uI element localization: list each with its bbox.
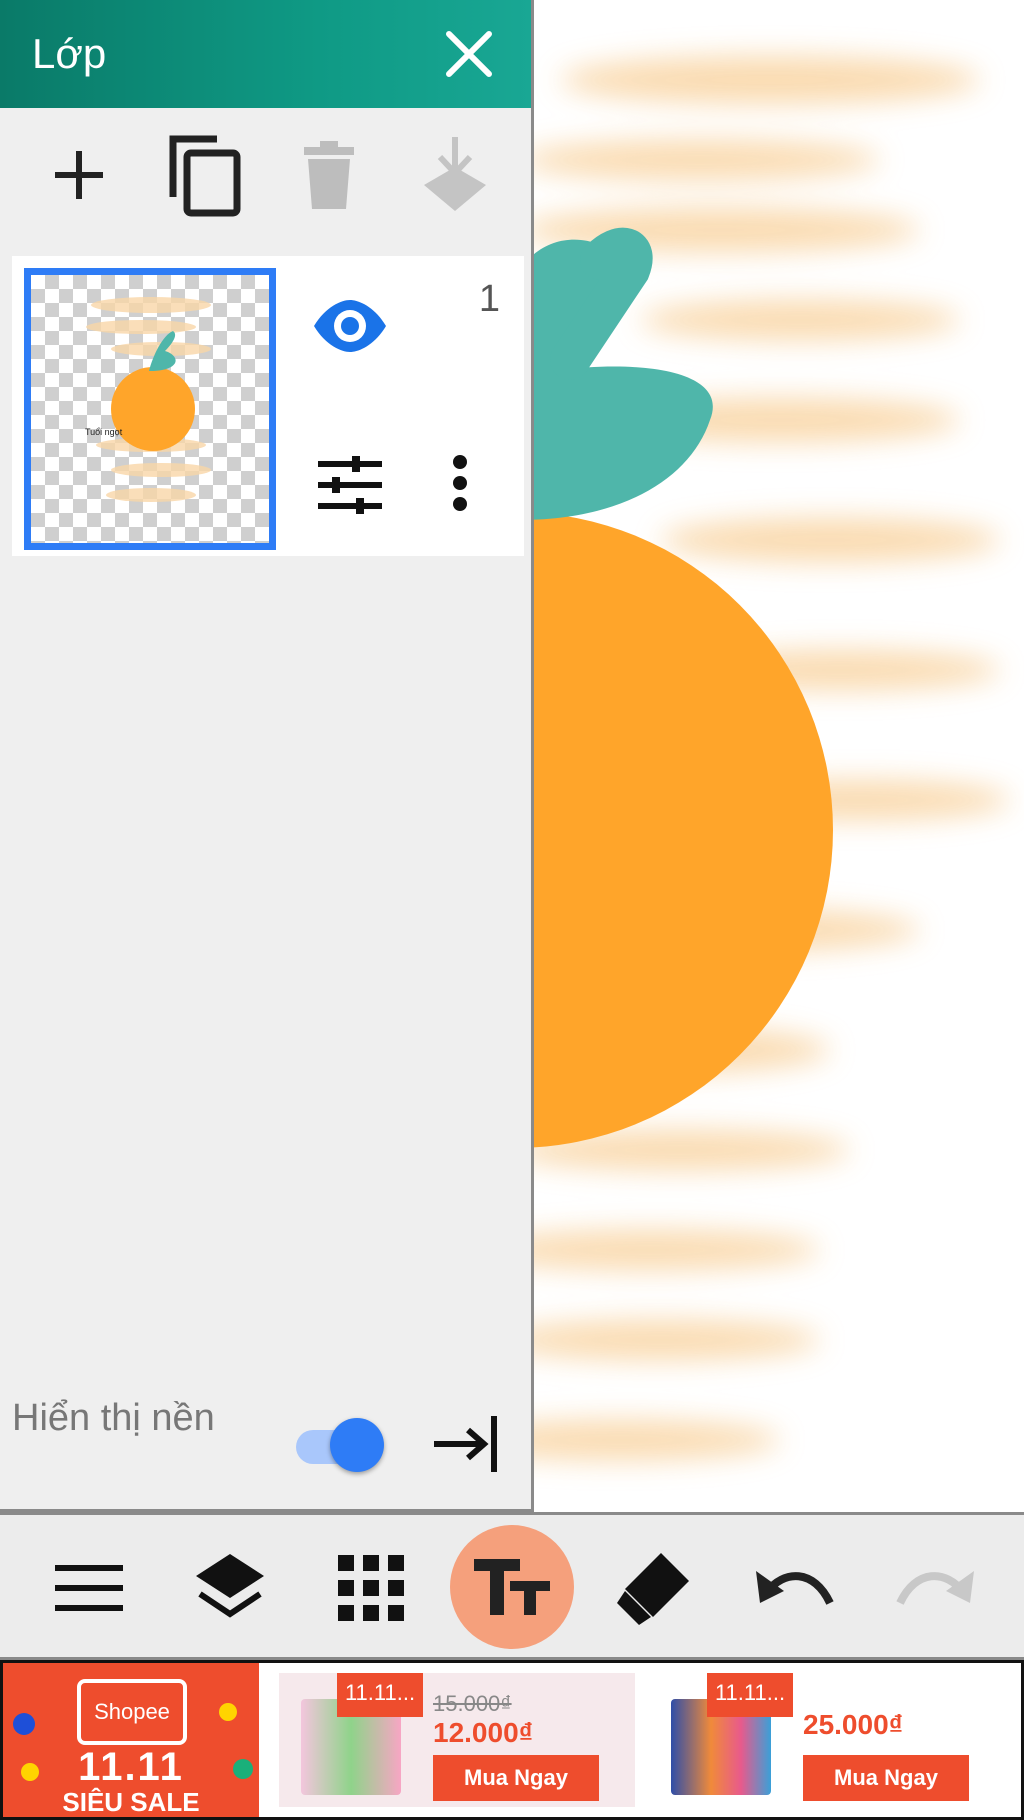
bottom-toolbar [0, 1512, 1024, 1660]
ad-product-1[interactable]: 11.11... 15.000₫ 12.000₫ Mua Ngay [279, 1673, 635, 1807]
price: 25.000₫ [803, 1709, 904, 1740]
old-price: 15.000₫ [433, 1691, 512, 1716]
event-label: 11.11 [78, 1745, 184, 1789]
duplicate-layer-icon[interactable] [158, 130, 248, 220]
product-tag: 11.11... [337, 1673, 423, 1717]
product-tag: 11.11... [707, 1673, 793, 1717]
eraser-icon[interactable] [598, 1533, 708, 1643]
collapse-panel-icon[interactable] [432, 1414, 500, 1479]
background-toggle[interactable] [296, 1418, 386, 1474]
delete-layer-icon[interactable] [284, 130, 374, 220]
redo-icon[interactable] [880, 1533, 990, 1643]
text-icon[interactable] [450, 1525, 574, 1649]
price: 12.000₫ [433, 1717, 534, 1748]
close-icon[interactable] [441, 26, 497, 82]
layer-thumbnail[interactable]: Tuổi ngọt [24, 268, 276, 550]
thumbnail-text: Tuổi ngọt [85, 427, 123, 437]
sale-label: SIÊU SALE [62, 1787, 200, 1817]
more-vert-icon[interactable] [452, 454, 468, 517]
ad-banner[interactable]: Shopee 11.11 SIÊU SALE 11.11... 15.000₫ … [0, 1660, 1024, 1820]
grid-icon[interactable] [316, 1533, 426, 1643]
panel-header: Lớp [0, 0, 531, 108]
buy-now-button[interactable]: Mua Ngay [433, 1755, 599, 1801]
layers-panel: Lớp Tuổi ngọt 1 Hiển thị nền [0, 0, 534, 1512]
toggle-knob [330, 1418, 384, 1472]
layer-item[interactable]: Tuổi ngọt 1 [12, 256, 524, 556]
panel-title: Lớp [32, 30, 107, 77]
merge-down-icon[interactable] [410, 130, 500, 220]
ad-product-2[interactable]: 11.11... 25.000₫ Mua Ngay [649, 1673, 1005, 1807]
shopee-brand[interactable]: Shopee 11.11 SIÊU SALE [3, 1663, 259, 1817]
buy-now-button[interactable]: Mua Ngay [803, 1755, 969, 1801]
undo-icon[interactable] [740, 1533, 850, 1643]
adjust-icon[interactable] [318, 456, 382, 519]
layer-number: 1 [478, 278, 500, 320]
menu-icon[interactable] [34, 1533, 144, 1643]
layer-tools [0, 130, 534, 230]
layers-icon[interactable] [175, 1533, 285, 1643]
add-layer-icon[interactable] [34, 130, 124, 220]
eye-icon[interactable] [312, 300, 388, 357]
background-label: Hiển thị nền [12, 1397, 215, 1439]
shopee-logo: Shopee [77, 1679, 187, 1745]
